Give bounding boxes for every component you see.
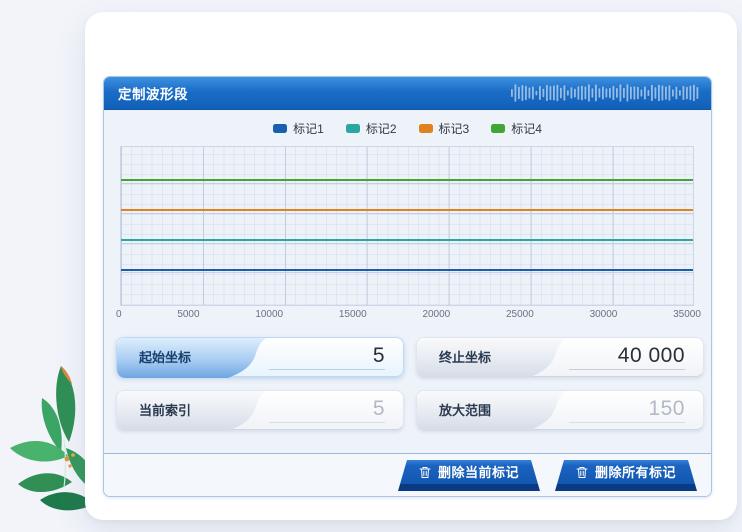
legend-swatch-mark4 — [491, 124, 505, 133]
x-tick: 30000 — [590, 309, 618, 320]
panel-title: 定制波形段 — [118, 83, 188, 103]
zoom-range-label: 放大范围 — [417, 391, 569, 429]
series-line-mark3 — [121, 209, 693, 211]
delete-current-mark-button[interactable]: 删除当前标记 — [398, 460, 540, 491]
legend-swatch-mark2 — [346, 124, 360, 133]
current-index-value: 5 — [269, 391, 403, 429]
custom-waveform-panel: 定制波形段 标记1 标记2 标记3 标记4 — [103, 76, 712, 497]
app-card: 定制波形段 标记1 标记2 标记3 标记4 — [85, 12, 737, 520]
legend-swatch-mark3 — [419, 124, 433, 133]
series-line-mark2 — [121, 239, 693, 241]
x-tick: 35000 — [673, 309, 701, 320]
end-coordinate-input[interactable]: 40 000 — [569, 338, 703, 376]
parameter-fields: 起始坐标 5 终止坐标 40 000 — [116, 337, 696, 430]
legend-item-mark2[interactable]: 标记2 — [346, 120, 397, 137]
major-gridline — [121, 183, 693, 184]
legend-item-mark3[interactable]: 标记3 — [419, 120, 470, 137]
end-coordinate-label: 终止坐标 — [417, 338, 569, 376]
major-gridline — [121, 213, 693, 214]
legend-swatch-mark1 — [273, 124, 287, 133]
footer-toolbar: 删除当前标记 删除所有标记 — [104, 454, 711, 497]
series-line-mark4 — [121, 179, 693, 181]
chart-plot-area[interactable] — [120, 146, 694, 306]
major-gridline — [121, 272, 693, 273]
trash-icon — [419, 466, 431, 479]
legend-item-mark1[interactable]: 标记1 — [273, 120, 324, 137]
start-coordinate-input[interactable]: 5 — [269, 338, 403, 376]
x-tick: 0 — [116, 309, 122, 320]
panel-header: 定制波形段 — [104, 77, 711, 110]
legend-item-mark4[interactable]: 标记4 — [491, 120, 542, 137]
major-gridline — [121, 243, 693, 244]
start-coordinate-field[interactable]: 起始坐标 5 — [116, 337, 404, 377]
x-tick: 25000 — [506, 309, 534, 320]
waveform-icon — [511, 80, 701, 106]
series-line-mark1 — [121, 269, 693, 271]
x-axis: 0 5000 10000 15000 20000 25000 30000 350… — [116, 309, 701, 320]
start-coordinate-label: 起始坐标 — [117, 338, 269, 376]
x-tick: 5000 — [177, 309, 199, 320]
x-tick: 20000 — [422, 309, 450, 320]
x-tick: 15000 — [339, 309, 367, 320]
trash-icon — [576, 466, 588, 479]
zoom-range-value: 150 — [569, 391, 703, 429]
current-index-field: 当前索引 5 — [116, 390, 404, 430]
x-tick: 10000 — [255, 309, 283, 320]
current-index-label: 当前索引 — [117, 391, 269, 429]
delete-all-marks-button[interactable]: 删除所有标记 — [555, 460, 697, 491]
zoom-range-field: 放大范围 150 — [416, 390, 704, 430]
chart-legend: 标记1 标记2 标记3 标记4 — [104, 117, 711, 139]
end-coordinate-field[interactable]: 终止坐标 40 000 — [416, 337, 704, 377]
